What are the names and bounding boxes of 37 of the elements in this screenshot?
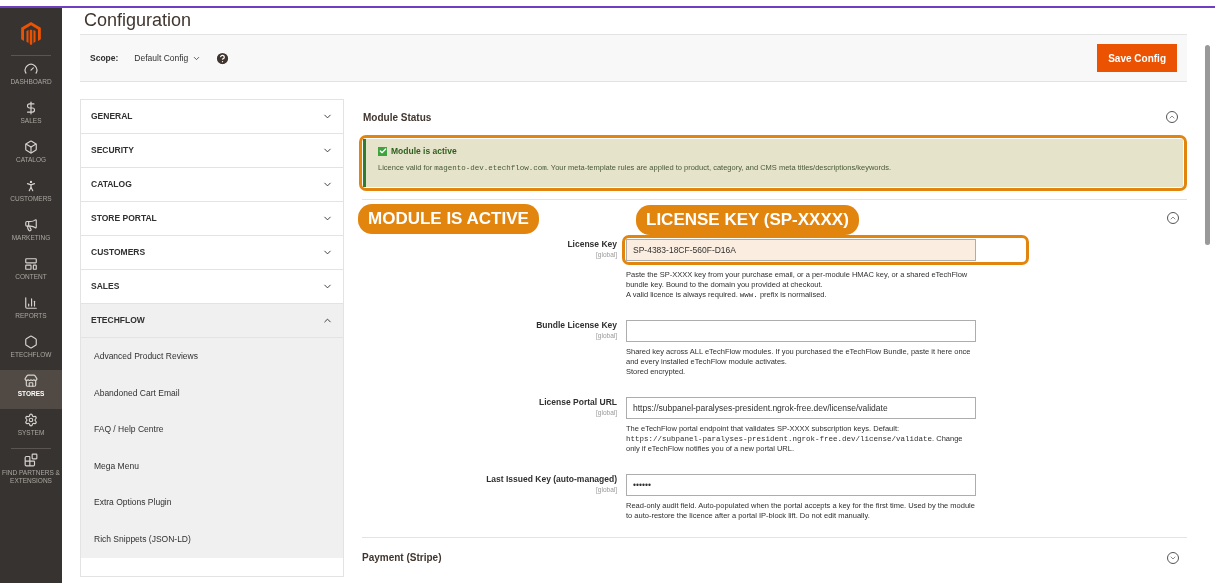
config-subtab[interactable]: Advanced Product Reviews bbox=[81, 338, 343, 375]
scope-label: Scope: bbox=[90, 51, 119, 65]
config-subtab[interactable]: Extra Options Plugin bbox=[81, 484, 343, 521]
box-icon bbox=[24, 140, 38, 154]
gauge-icon bbox=[24, 62, 38, 76]
text-field[interactable] bbox=[626, 320, 976, 342]
store-icon bbox=[24, 374, 38, 388]
scope-dropdown[interactable]: Default Config bbox=[134, 51, 202, 65]
annotation-label: LICENSE KEY (SP-XXXX) bbox=[636, 205, 859, 235]
annotation-label: MODULE IS ACTIVE bbox=[358, 204, 539, 234]
field-label: Last Issued Key (auto-managed) bbox=[486, 474, 617, 485]
config-subtab[interactable]: Mega Menu bbox=[81, 447, 343, 485]
notice-title: Module is active bbox=[391, 145, 457, 158]
section-title[interactable]: Payment (Stripe) bbox=[362, 550, 442, 565]
config-subtab[interactable]: Rich Snippets (JSON-LD) bbox=[81, 520, 343, 558]
bar-chart-icon bbox=[24, 296, 38, 310]
save-config-button[interactable]: Save Config bbox=[1097, 44, 1177, 72]
text-field[interactable]: •••••• bbox=[626, 474, 976, 496]
blocks-icon bbox=[24, 453, 38, 467]
person-icon bbox=[24, 179, 38, 193]
field-label: License Portal URL bbox=[539, 397, 617, 408]
hexagon-icon bbox=[24, 335, 38, 349]
megaphone-icon bbox=[24, 218, 38, 232]
field-label: License Key bbox=[567, 239, 617, 250]
settings-icon bbox=[24, 413, 38, 427]
section-title[interactable]: Module Status bbox=[363, 109, 432, 125]
page-title: Configuration bbox=[84, 10, 193, 32]
dollar-icon bbox=[24, 101, 38, 115]
config-subtab[interactable]: Abandoned Cart Email bbox=[81, 374, 343, 412]
config-tab[interactable]: ETECHFLOW bbox=[81, 304, 343, 338]
logo-icon bbox=[21, 22, 41, 45]
help-icon[interactable] bbox=[215, 50, 231, 66]
text-field[interactable]: SP-4383-18CF-560F-D16A bbox=[626, 239, 976, 261]
field-label: Bundle License Key bbox=[536, 320, 617, 331]
config-subtab[interactable]: FAQ / Help Centre bbox=[81, 411, 343, 448]
text-field[interactable]: https://subpanel-paralyses-president.ngrok-free.dev/license/validate bbox=[626, 397, 976, 419]
layout-icon bbox=[24, 257, 38, 271]
